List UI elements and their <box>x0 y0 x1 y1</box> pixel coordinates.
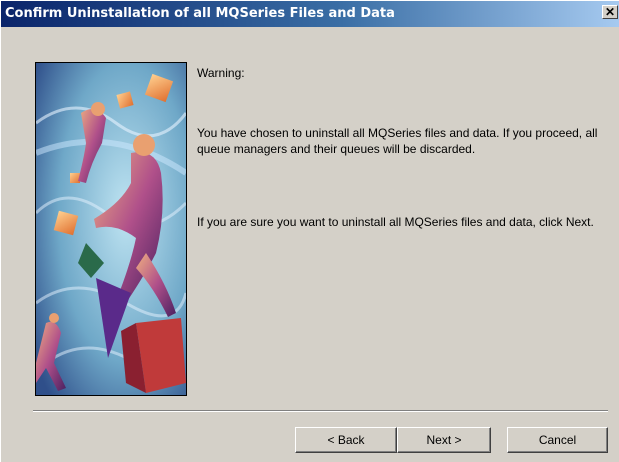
dialog-title: Confirm Uninstallation of all MQSeries F… <box>5 6 395 21</box>
uninstall-dialog: Confirm Uninstallation of all MQSeries F… <box>0 0 619 462</box>
warning-label: Warning: <box>197 66 245 80</box>
close-button[interactable]: ✕ <box>602 5 618 19</box>
wizard-illustration-graphic <box>36 63 186 395</box>
button-separator <box>33 410 608 412</box>
back-button[interactable]: < Back <box>295 427 397 453</box>
close-icon: ✕ <box>604 5 616 19</box>
wizard-illustration <box>35 62 187 396</box>
title-bar[interactable]: Confirm Uninstallation of all MQSeries F… <box>1 1 619 27</box>
next-button[interactable]: Next > <box>397 427 491 453</box>
confirmation-message: If you are sure you want to uninstall al… <box>197 215 594 229</box>
warning-message: You have chosen to uninstall all MQSerie… <box>197 126 598 156</box>
cancel-button[interactable]: Cancel <box>507 427 608 453</box>
